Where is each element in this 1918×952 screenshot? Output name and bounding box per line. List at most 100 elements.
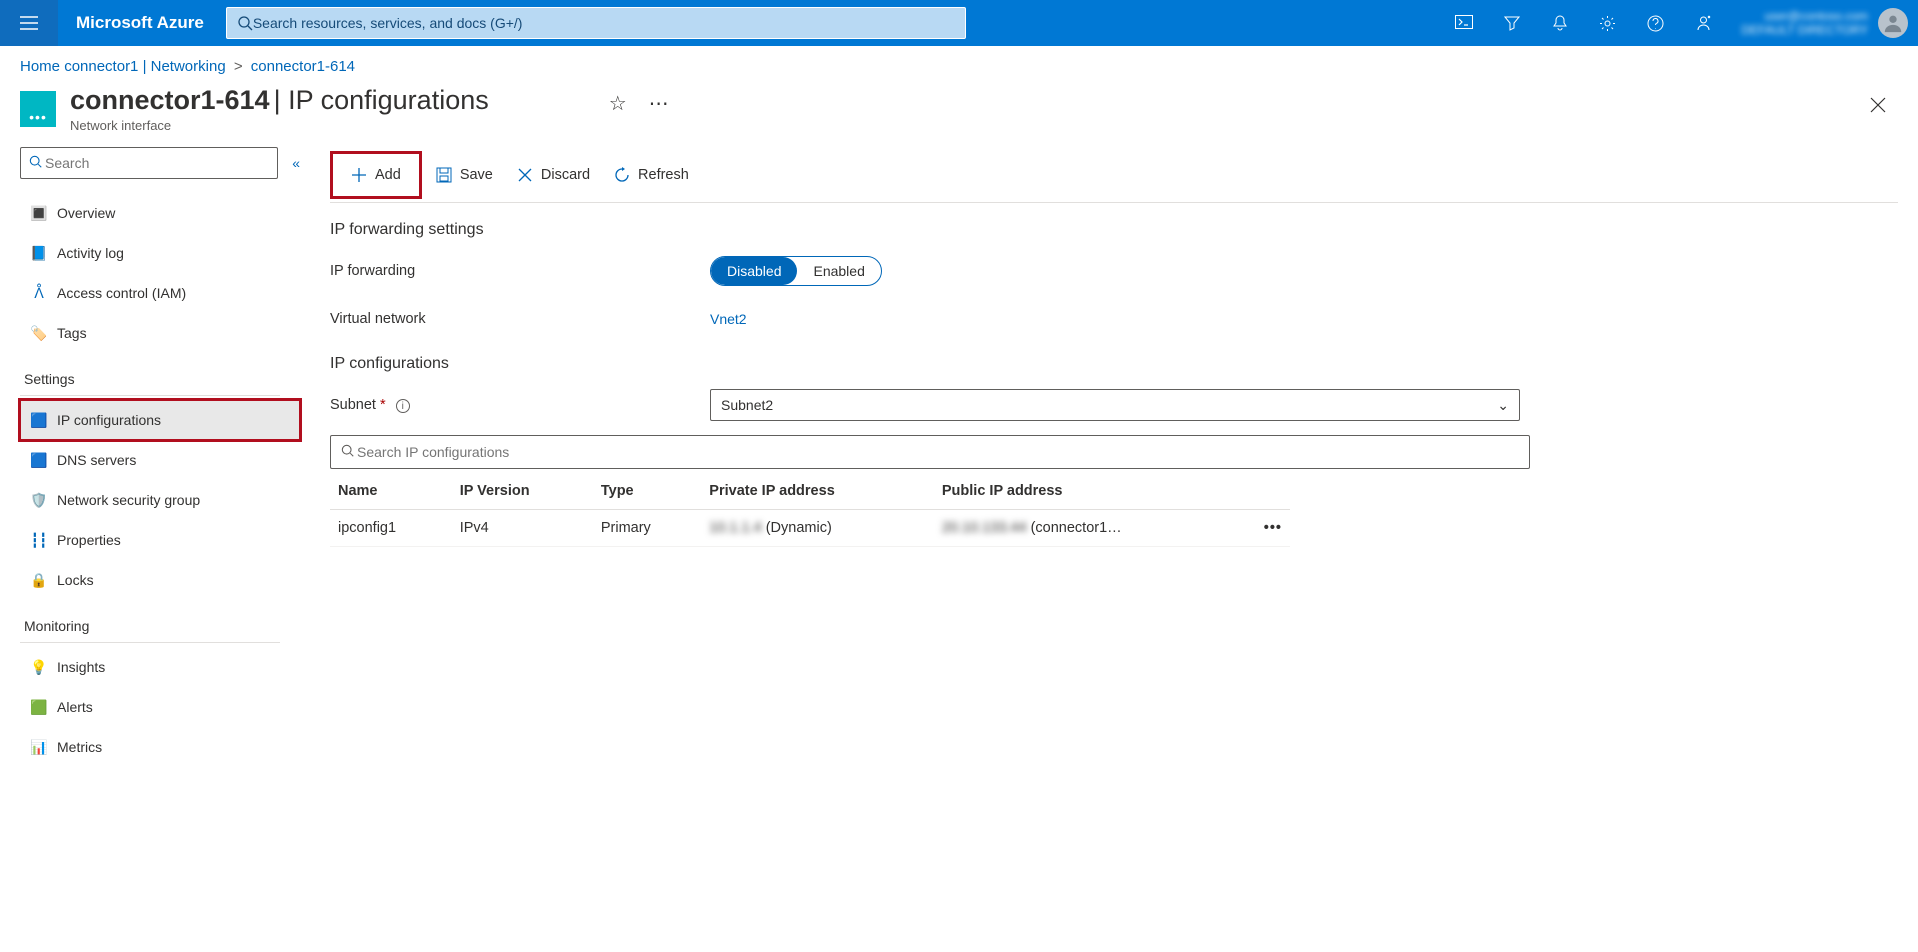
global-search[interactable] — [226, 7, 966, 39]
add-button[interactable]: Add — [330, 151, 422, 199]
sidebar-item-metrics[interactable]: 📊 Metrics — [20, 727, 300, 767]
brand-label[interactable]: Microsoft Azure — [58, 13, 226, 33]
azure-topbar: Microsoft Azure user@contoso.com DEFAULT… — [0, 0, 1918, 46]
table-row[interactable]: ipconfig1 IPv4 Primary 10.1.1.4 (Dynamic… — [330, 510, 1290, 547]
page-title-sub: | IP configurations — [270, 85, 489, 116]
cell-version: IPv4 — [452, 510, 593, 547]
col-name[interactable]: Name — [330, 473, 452, 510]
account-text: user@contoso.com DEFAULT DIRECTORY — [1742, 9, 1868, 38]
subnet-label: Subnet * i — [330, 397, 710, 413]
bell-icon — [1552, 15, 1568, 31]
subnet-dropdown[interactable]: Subnet2 ⌄ — [710, 389, 1520, 421]
sidebar-item-insights[interactable]: 💡 Insights — [20, 647, 300, 687]
feedback-button[interactable] — [1680, 0, 1728, 46]
sidebar-item-tags[interactable]: 🏷️ Tags — [20, 313, 300, 353]
cell-type: Primary — [593, 510, 701, 547]
iam-icon: ᐰ — [27, 285, 51, 302]
refresh-icon — [614, 167, 630, 183]
breadcrumb-home[interactable]: Home — [20, 58, 60, 75]
settings-button[interactable] — [1584, 0, 1632, 46]
sidebar-item-alerts[interactable]: 🟩 Alerts — [20, 687, 300, 727]
alerts-icon: 🟩 — [27, 699, 51, 716]
plus-icon — [351, 167, 367, 183]
cloud-shell-button[interactable] — [1440, 0, 1488, 46]
sidebar-item-activity-log[interactable]: 📘 Activity log — [20, 233, 300, 273]
avatar-icon — [1882, 12, 1904, 34]
feedback-icon — [1695, 15, 1712, 32]
sidebar-item-ip-configurations[interactable]: 🟦 IP configurations — [20, 400, 300, 440]
close-blade-button[interactable] — [1858, 85, 1898, 125]
properties-icon: ┇┇ — [27, 532, 51, 549]
subnet-value: Subnet2 — [721, 397, 773, 413]
cell-private-ip: 10.1.1.4 (Dynamic) — [701, 510, 934, 547]
cell-public-ip: 20.10.133.44 (connector1… — [934, 510, 1256, 547]
breadcrumb: Home connector1 | Networking > connector… — [0, 46, 1918, 79]
ipconfig-icon: 🟦 — [27, 412, 51, 429]
sidebar-item-iam[interactable]: ᐰ Access control (IAM) — [20, 273, 300, 313]
save-button[interactable]: Save — [426, 157, 503, 193]
cell-name: ipconfig1 — [330, 510, 452, 547]
col-private-ip[interactable]: Private IP address — [701, 473, 934, 510]
breadcrumb-current[interactable]: connector1-614 — [251, 58, 355, 75]
page-title-main: connector1-614 — [70, 85, 270, 116]
metrics-icon: 📊 — [27, 739, 51, 756]
global-search-input[interactable] — [253, 15, 955, 31]
sidebar-search-input[interactable] — [45, 155, 269, 171]
ip-config-table: Name IP Version Type Private IP address … — [330, 473, 1290, 547]
sidebar-item-properties[interactable]: ┇┇ Properties — [20, 520, 300, 560]
toggle-enabled[interactable]: Enabled — [797, 257, 880, 285]
resource-type: Network interface — [70, 118, 489, 133]
chevron-down-icon: ⌄ — [1497, 397, 1509, 414]
more-button[interactable]: ⋯ — [649, 91, 669, 116]
topbar-actions — [1440, 0, 1728, 46]
collapse-sidebar-button[interactable]: « — [292, 155, 300, 171]
main-content: Add Save Discard Refresh IP forwarding s… — [300, 147, 1918, 949]
row-more-button[interactable]: ••• — [1264, 520, 1282, 536]
ip-config-search[interactable] — [330, 435, 1530, 469]
breadcrumb-sep: > — [230, 58, 247, 75]
command-bar: Add Save Discard Refresh — [330, 147, 1898, 203]
dns-icon: 🟦 — [27, 452, 51, 469]
sidebar-item-locks[interactable]: 🔒 Locks — [20, 560, 300, 600]
discard-button[interactable]: Discard — [507, 157, 600, 193]
ip-forwarding-toggle[interactable]: Disabled Enabled — [710, 256, 882, 286]
sidebar-item-overview[interactable]: 🔳 Overview — [20, 193, 300, 233]
favorite-button[interactable]: ☆ — [609, 91, 627, 116]
col-ipversion[interactable]: IP Version — [452, 473, 593, 510]
ip-forwarding-heading: IP forwarding settings — [330, 221, 1898, 239]
sidebar-search[interactable] — [20, 147, 278, 179]
lock-icon: 🔒 — [27, 572, 51, 589]
refresh-button[interactable]: Refresh — [604, 157, 699, 193]
ip-config-search-input[interactable] — [357, 444, 1519, 460]
sidebar-group-settings: Settings — [20, 353, 280, 396]
directories-button[interactable] — [1488, 0, 1536, 46]
info-icon[interactable]: i — [396, 399, 410, 413]
shield-icon: 🛡️ — [27, 492, 51, 509]
help-button[interactable] — [1632, 0, 1680, 46]
ip-forwarding-label: IP forwarding — [330, 263, 710, 279]
table-header-row: Name IP Version Type Private IP address … — [330, 473, 1290, 510]
sidebar-item-nsg[interactable]: 🛡️ Network security group — [20, 480, 300, 520]
sidebar-item-dns-servers[interactable]: 🟦 DNS servers — [20, 440, 300, 480]
notifications-button[interactable] — [1536, 0, 1584, 46]
hamburger-menu[interactable] — [0, 0, 58, 46]
discard-icon — [517, 167, 533, 183]
close-icon — [1870, 97, 1886, 113]
avatar[interactable] — [1878, 8, 1908, 38]
insights-icon: 💡 — [27, 659, 51, 676]
activity-log-icon: 📘 — [27, 245, 51, 262]
overview-icon: 🔳 — [27, 205, 51, 222]
hamburger-icon — [20, 16, 38, 30]
cloud-shell-icon — [1455, 15, 1473, 31]
account-area[interactable]: user@contoso.com DEFAULT DIRECTORY — [1728, 8, 1918, 38]
breadcrumb-networking[interactable]: connector1 | Networking — [64, 58, 225, 75]
search-icon — [29, 155, 45, 171]
col-type[interactable]: Type — [593, 473, 701, 510]
vnet-label: Virtual network — [330, 311, 710, 327]
page-header: ••• connector1-614 | IP configurations N… — [0, 79, 1918, 147]
gear-icon — [1599, 15, 1616, 32]
col-public-ip[interactable]: Public IP address — [934, 473, 1256, 510]
vnet-link[interactable]: Vnet2 — [710, 311, 747, 327]
search-icon — [341, 444, 357, 460]
toggle-disabled[interactable]: Disabled — [711, 257, 797, 285]
